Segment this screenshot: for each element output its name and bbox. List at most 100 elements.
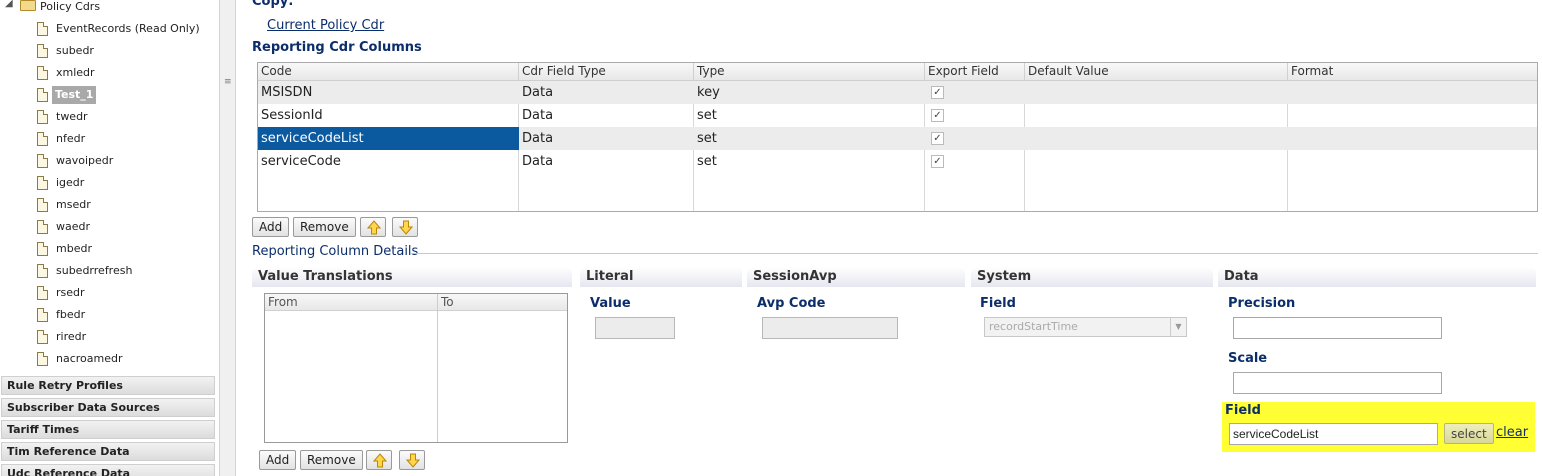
tree-item-label: rsedr — [56, 286, 85, 299]
document-icon — [37, 286, 48, 300]
tree-item[interactable]: msedr — [0, 196, 219, 216]
vt-col-from[interactable]: From — [268, 295, 298, 309]
tree-item[interactable]: subedr — [0, 42, 219, 62]
table-row[interactable]: serviceCode Data set ✓ — [258, 150, 1537, 173]
accordion-header[interactable]: Udc Reference Data — [1, 464, 215, 476]
export-checkbox[interactable]: ✓ — [931, 132, 944, 145]
export-checkbox[interactable]: ✓ — [931, 109, 944, 122]
tree-item[interactable]: xmledr — [0, 64, 219, 84]
cell-code[interactable]: serviceCode — [258, 150, 519, 173]
folder-label: Policy Cdrs — [40, 0, 101, 13]
system-field-select[interactable]: recordStartTime ▼ — [984, 317, 1187, 337]
col-header-export-field[interactable]: Export Field — [925, 63, 1025, 81]
tree-item[interactable]: nacroamedr — [0, 350, 219, 370]
caret-expanded-icon[interactable]: ◢ — [5, 0, 13, 13]
document-icon — [37, 132, 48, 146]
col-header-format[interactable]: Format — [1288, 63, 1538, 81]
tree-item[interactable]: subedrrefresh — [0, 262, 219, 282]
cell-format[interactable] — [1288, 127, 1538, 150]
accordion-header[interactable]: Rule Retry Profiles — [1, 376, 215, 395]
document-icon — [37, 330, 48, 344]
tree-item-label: mbedr — [56, 242, 92, 255]
tree-item[interactable]: riredr — [0, 328, 219, 348]
document-icon — [37, 352, 48, 366]
document-icon — [37, 308, 48, 322]
accordion-header[interactable]: Subscriber Data Sources — [1, 398, 215, 417]
export-field-cell[interactable]: ✓ — [925, 127, 1025, 150]
tree-item[interactable]: EventRecords (Read Only) — [0, 20, 219, 40]
col-header-type[interactable]: Type — [694, 63, 925, 81]
avp-code-input[interactable] — [762, 317, 898, 339]
cell-type[interactable]: key — [694, 81, 925, 104]
tree-item[interactable]: mbedr — [0, 240, 219, 260]
cell-format[interactable] — [1288, 81, 1538, 104]
cell-type[interactable]: set — [694, 150, 925, 173]
tree-item[interactable]: twedr — [0, 108, 219, 128]
table-row[interactable]: MSISDN Data key ✓ — [258, 81, 1537, 104]
move-up-button[interactable] — [360, 217, 386, 237]
tree-item[interactable]: rsedr — [0, 284, 219, 304]
cell-type[interactable]: set — [694, 104, 925, 127]
reporting-column-details-title: Reporting Column Details — [252, 244, 419, 259]
value-translations-header: Value Translations — [252, 267, 572, 287]
document-icon — [37, 220, 48, 234]
cell-format[interactable] — [1288, 150, 1538, 173]
current-policy-cdr-link[interactable]: Current Policy Cdr — [267, 18, 384, 33]
cell-cdr-field-type[interactable]: Data — [519, 104, 694, 127]
cell-code[interactable]: SessionId — [258, 104, 519, 127]
document-icon — [37, 154, 48, 168]
add-column-button[interactable]: Add — [252, 217, 290, 237]
col-header-code[interactable]: Code — [258, 63, 519, 81]
tree-item[interactable]: wavoipedr — [0, 152, 219, 172]
clear-link[interactable]: clear — [1496, 425, 1528, 440]
vt-col-to[interactable]: To — [441, 295, 454, 309]
tree-item[interactable]: waedr — [0, 218, 219, 238]
main-panel: Copy: Current Policy Cdr Reporting Cdr C… — [248, 0, 1542, 476]
cell-code[interactable]: serviceCodeList — [258, 127, 519, 150]
cell-default-value[interactable] — [1025, 81, 1288, 104]
export-field-cell[interactable]: ✓ — [925, 81, 1025, 104]
cell-code[interactable]: MSISDN — [258, 81, 519, 104]
cell-default-value[interactable] — [1025, 150, 1288, 173]
add-translation-button[interactable]: Add — [259, 450, 297, 470]
export-checkbox[interactable]: ✓ — [931, 86, 944, 99]
data-header: Data — [1218, 267, 1536, 287]
translation-move-up-button[interactable] — [366, 450, 392, 470]
export-checkbox[interactable]: ✓ — [931, 155, 944, 168]
cell-cdr-field-type[interactable]: Data — [519, 81, 694, 104]
copy-title: Copy: — [252, 0, 294, 9]
accordion-header[interactable]: Tariff Times — [1, 420, 215, 439]
tree-item[interactable]: igedr — [0, 174, 219, 194]
tree-item-label: Test_1 — [52, 86, 97, 104]
remove-column-button[interactable]: Remove — [293, 217, 356, 237]
tree-item-label: nfedr — [56, 132, 86, 145]
col-header-default-value[interactable]: Default Value — [1025, 63, 1288, 81]
accordion-header[interactable]: Tim Reference Data — [1, 442, 215, 461]
move-down-button[interactable] — [392, 217, 418, 237]
table-row[interactable]: SessionId Data set ✓ — [258, 104, 1537, 127]
col-header-cdr-field-type[interactable]: Cdr Field Type — [519, 63, 694, 81]
translation-move-down-button[interactable] — [399, 450, 425, 470]
scale-input[interactable] — [1233, 372, 1442, 394]
remove-translation-button[interactable]: Remove — [300, 450, 363, 470]
export-field-cell[interactable]: ✓ — [925, 150, 1025, 173]
cell-cdr-field-type[interactable]: Data — [519, 150, 694, 173]
cell-format[interactable] — [1288, 104, 1538, 127]
precision-input[interactable] — [1233, 317, 1442, 339]
cell-cdr-field-type[interactable]: Data — [519, 127, 694, 150]
scale-label: Scale — [1228, 351, 1268, 366]
tree-folder-policy-cdrs[interactable]: ◢ Policy Cdrs — [0, 0, 219, 18]
cell-default-value[interactable] — [1025, 127, 1288, 150]
literal-value-input[interactable] — [595, 317, 675, 339]
tree-item[interactable]: Test_1 — [0, 86, 219, 106]
tree-item[interactable]: nfedr — [0, 130, 219, 150]
select-button[interactable]: select — [1444, 423, 1494, 444]
data-field-input[interactable] — [1229, 423, 1438, 445]
splitter[interactable]: ≡ — [219, 0, 236, 476]
vt-divider — [437, 294, 438, 442]
cell-default-value[interactable] — [1025, 104, 1288, 127]
tree-item[interactable]: fbedr — [0, 306, 219, 326]
table-row[interactable]: serviceCodeList Data set ✓ — [258, 127, 1537, 150]
export-field-cell[interactable]: ✓ — [925, 104, 1025, 127]
cell-type[interactable]: set — [694, 127, 925, 150]
